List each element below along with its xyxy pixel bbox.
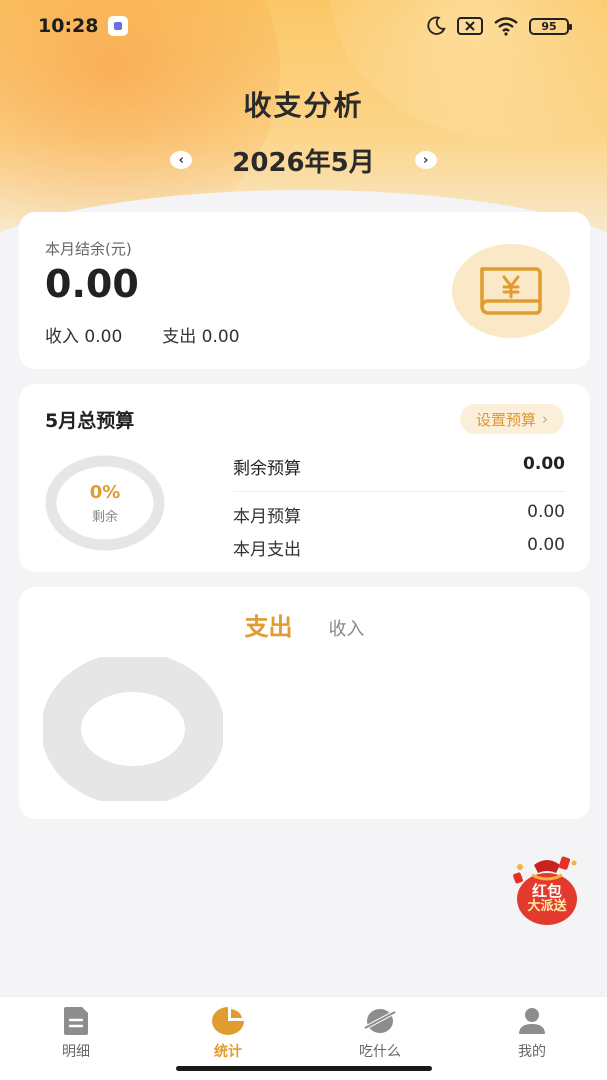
wifi-icon — [494, 17, 518, 36]
income-value: 0.00 — [84, 327, 123, 347]
status-bar: 10:28 95 — [0, 0, 607, 52]
tab-income[interactable]: 收入 — [329, 615, 365, 641]
month-budget-value: 0.00 — [527, 502, 565, 522]
income-label: 收入 — [45, 327, 79, 347]
set-budget-label: 设置预算 — [475, 410, 536, 429]
budget-percent: 0% — [89, 482, 121, 503]
red-packet-line1: 红包 — [531, 882, 562, 900]
battery-level: 95 — [541, 19, 557, 33]
month-expense-label: 本月支出 — [233, 540, 301, 560]
budget-card: 5月总预算 设置预算 › 0% 剩余 剩余预算 0.00 本月预算 0.00 本… — [19, 384, 590, 572]
category-chart-card: 支出 收入 — [19, 587, 590, 819]
budget-details: 剩余预算 0.00 本月预算 0.00 本月支出 0.00 — [233, 454, 565, 560]
budget-title: 5月总预算 — [45, 410, 135, 432]
budget-ring: 0% 剩余 — [43, 454, 167, 552]
moon-icon — [427, 16, 446, 35]
remaining-budget-row: 剩余预算 0.00 — [233, 454, 565, 492]
nav-label-details: 明细 — [62, 1044, 90, 1060]
nav-label-mine: 我的 — [518, 1044, 546, 1060]
app-notification-icon — [108, 16, 129, 36]
expense-summary: 支出 0.00 — [162, 322, 239, 347]
battery-icon: 95 — [529, 17, 572, 35]
yuan-wallet-icon — [452, 244, 570, 338]
remaining-budget-label: 剩余预算 — [233, 459, 301, 479]
no-sim-icon — [457, 17, 483, 35]
empty-donut-chart — [43, 657, 223, 801]
red-packet-line2: 大派送 — [527, 899, 567, 914]
current-month: 2026年5月 — [232, 147, 375, 178]
expense-label: 支出 — [162, 327, 197, 347]
month-selector: ‹ 2026年5月 › — [0, 142, 607, 178]
balance-label: 本月结余(元) — [45, 240, 132, 258]
pie-chart-icon — [212, 1007, 244, 1035]
expense-value: 0.00 — [201, 327, 240, 347]
budget-percent-label: 剩余 — [91, 510, 118, 525]
tab-expense[interactable]: 支出 — [245, 607, 293, 642]
balance-value: 0.00 — [45, 262, 139, 306]
chevron-right-icon: › — [542, 410, 548, 428]
chevron-right-icon[interactable]: › — [414, 151, 437, 169]
remaining-budget-value: 0.00 — [523, 454, 565, 474]
income-summary: 收入 0.00 — [45, 322, 122, 347]
nav-label-what-to-eat: 吃什么 — [359, 1044, 401, 1060]
set-budget-button[interactable]: 设置预算 › — [459, 404, 564, 434]
balance-card: 本月结余(元) 0.00 收入 0.00 支出 0.00 — [19, 212, 590, 369]
income-expense-summary: 收入 0.00 支出 0.00 — [45, 322, 240, 347]
nav-item-details[interactable]: 明细 — [16, 1005, 136, 1061]
user-icon — [519, 1008, 545, 1034]
red-packet-promo[interactable]: 红包 大派送 — [508, 853, 586, 927]
page-title: 收支分析 — [243, 89, 364, 122]
nav-item-mine[interactable]: 我的 — [472, 1005, 592, 1061]
month-budget-label: 本月预算 — [233, 507, 301, 527]
nav-item-what-to-eat[interactable]: 吃什么 — [320, 1005, 440, 1061]
chart-tabs: 支出 收入 — [19, 607, 590, 642]
chevron-left-icon[interactable]: ‹ — [170, 151, 193, 169]
nav-item-stats[interactable]: 统计 — [168, 1005, 288, 1061]
document-icon — [64, 1007, 88, 1035]
home-indicator[interactable] — [176, 1066, 432, 1071]
status-time: 10:28 — [38, 15, 99, 37]
month-expense-row: 本月支出 0.00 — [233, 535, 565, 560]
nav-label-stats: 统计 — [214, 1044, 242, 1060]
planet-icon — [364, 1009, 396, 1033]
month-expense-value: 0.00 — [527, 535, 565, 555]
month-budget-row: 本月预算 0.00 — [233, 502, 565, 527]
red-packet-text: 红包 大派送 — [508, 883, 586, 915]
